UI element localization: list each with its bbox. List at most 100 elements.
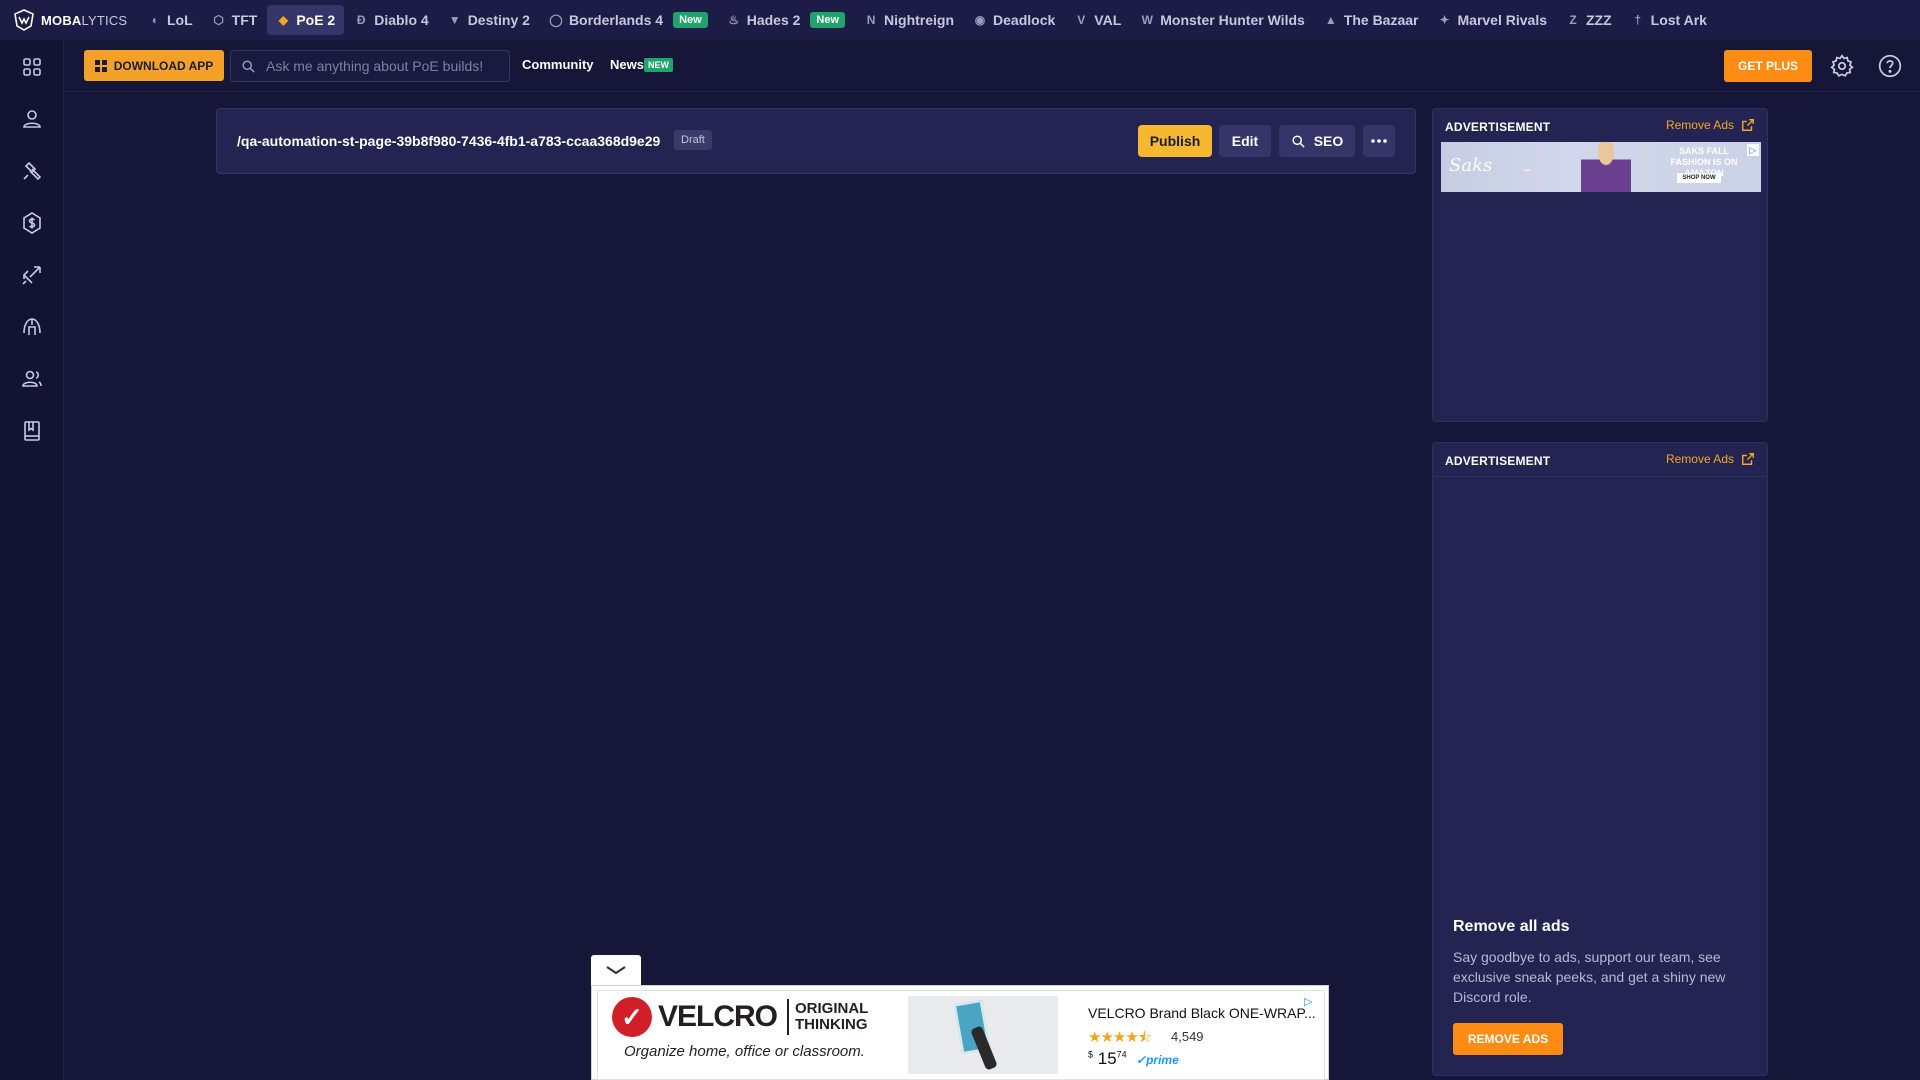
velcro-ad[interactable]: ✓ VELCRO ORIGINAL THINKING Organize home… <box>597 990 1325 1080</box>
page-editor-header: /qa-automation-st-page-39b8f980-7436-4fb… <box>216 108 1416 174</box>
game-tab-destiny-2[interactable]: ▼ Destiny 2 <box>439 5 539 35</box>
game-tab-nightreign[interactable]: N Nightreign <box>855 5 963 35</box>
game-tab-diablo-4[interactable]: Ɖ Diablo 4 <box>345 5 437 35</box>
left-sidebar <box>0 40 64 1080</box>
collapse-ad-button[interactable] <box>591 955 641 985</box>
monster-hunter-wilds-icon: W <box>1141 13 1153 27</box>
remove-ads-link[interactable]: Remove Ads <box>1666 118 1755 132</box>
game-tab-borderlands-4[interactable]: ◯ Borderlands 4 New <box>540 5 717 35</box>
game-tab-poe-2[interactable]: ◆ PoE 2 <box>267 5 345 35</box>
helmet-icon[interactable] <box>20 315 44 339</box>
page-slug: /qa-automation-st-page-39b8f980-7436-4fb… <box>237 133 661 149</box>
game-tab-the-bazaar[interactable]: ▲ The Bazaar <box>1315 5 1428 35</box>
remove-ads-label: Remove Ads <box>1665 118 1734 132</box>
remove-ads-description: Say goodbye to ads, support our team, se… <box>1453 949 1726 1005</box>
status-badge: Draft <box>674 130 712 150</box>
search-input[interactable] <box>266 58 496 74</box>
game-tab-lol[interactable]: ◖ LoL <box>138 5 202 35</box>
windows-icon <box>94 59 107 72</box>
ad-panel-top: ADVERTISEMENT Remove Ads Saks ⌣ SAKS FAL… <box>1432 108 1768 422</box>
sticky-bottom-ad[interactable]: ✓ VELCRO ORIGINAL THINKING Organize home… <box>591 985 1329 1080</box>
game-tab-label: ZZZ <box>1586 12 1612 28</box>
game-tab-hades-2[interactable]: ♨ Hades 2 New <box>718 5 854 35</box>
gear-icon[interactable] <box>1829 53 1855 79</box>
game-tabs: ◖ LoL ⬡ TFT ◆ PoE 2 Ɖ Diablo 4 ▼ Destiny 2 ◯ Border… <box>138 0 1717 40</box>
velcro-brand: VELCRO <box>658 1000 778 1033</box>
search-icon <box>1292 134 1305 148</box>
game-tab-label: TFT <box>231 12 258 28</box>
game-tab-label: Destiny 2 <box>467 12 530 28</box>
bookmark-icon[interactable] <box>20 419 44 443</box>
game-tab-label: Lost Ark <box>1650 12 1707 28</box>
publish-button[interactable]: Publish <box>1138 125 1212 157</box>
tft-icon: ⬡ <box>213 13 224 27</box>
more-options-button[interactable] <box>1363 125 1395 157</box>
game-navigation-bar: MOBALYTICS ◖ LoL ⬡ TFT ◆ PoE 2 Ɖ Diablo 4 ▼ Desti… <box>0 0 1920 40</box>
remove-ads-button[interactable]: REMOVE ADS <box>1453 1023 1563 1055</box>
ad-model-image <box>1581 142 1631 192</box>
get-plus-button[interactable]: GET PLUS <box>1724 50 1812 82</box>
game-tab-label: The Bazaar <box>1343 12 1419 28</box>
ad-heading: ADVERTISEMENT <box>1445 454 1551 468</box>
divider <box>1433 476 1767 477</box>
game-tab-label: Diablo 4 <box>374 12 429 28</box>
community-link[interactable]: Community <box>522 57 594 72</box>
game-tab-deadlock[interactable]: ◉ Deadlock <box>964 5 1064 35</box>
velcro-mark-icon: ✓ <box>612 997 652 1037</box>
edit-button[interactable]: Edit <box>1219 125 1271 157</box>
download-app-button[interactable]: DOWNLOAD APP <box>84 50 224 81</box>
user-icon[interactable] <box>20 107 44 131</box>
saks-banner-ad[interactable]: Saks ⌣ SAKS FALL FASHION IS ON AMAZON SH… <box>1441 142 1761 192</box>
news-new-badge: NEW <box>644 58 673 72</box>
grid-icon[interactable] <box>20 55 44 79</box>
adchoices-icon[interactable]: ▷ <box>1747 144 1759 156</box>
marvel-rivals-icon: ✦ <box>1439 13 1450 27</box>
help-icon[interactable] <box>1877 53 1903 79</box>
currency-icon[interactable] <box>20 211 44 235</box>
adchoices-icon[interactable]: ▷ <box>1304 995 1318 1009</box>
game-tab-tft[interactable]: ⬡ TFT <box>203 5 267 35</box>
saks-shop-now[interactable]: SHOP NOW <box>1677 173 1721 183</box>
game-tab-label: Hades 2 <box>746 12 801 28</box>
amazon-smile-icon: ⌣ <box>1523 162 1531 176</box>
product-title[interactable]: VELCRO Brand Black ONE-WRAP... <box>1088 1005 1316 1021</box>
seo-label: SEO <box>1313 133 1344 149</box>
search-box[interactable] <box>230 50 510 82</box>
game-tab-zzz[interactable]: Z ZZZ <box>1557 5 1621 35</box>
community-icon[interactable] <box>20 367 44 391</box>
remove-ads-link[interactable]: Remove Ads <box>1666 452 1755 466</box>
more-horizontal-icon <box>1371 139 1387 143</box>
the-bazaar-icon: ▲ <box>1324 13 1337 27</box>
game-tab-marvel-rivals[interactable]: ✦ Marvel Rivals <box>1429 5 1557 35</box>
saks-brand: Saks <box>1449 155 1493 176</box>
item-icon[interactable] <box>20 263 44 287</box>
game-tab-val[interactable]: V VAL <box>1065 5 1130 35</box>
velcro-tagline: ORIGINAL THINKING <box>795 1000 869 1033</box>
mobalytics-logo[interactable]: MOBALYTICS <box>0 0 138 40</box>
game-tab-monster-hunter-wilds[interactable]: W Monster Hunter Wilds <box>1131 5 1314 35</box>
lost-ark-icon: † <box>1634 13 1641 27</box>
game-tab-label: VAL <box>1094 12 1122 28</box>
game-tab-label: Deadlock <box>993 12 1056 28</box>
remove-ads-title: Remove all ads <box>1453 918 1570 935</box>
chevron-down-icon <box>606 966 626 975</box>
prime-badge: ✓prime <box>1136 1053 1179 1067</box>
download-app-label: DOWNLOAD APP <box>113 58 214 73</box>
rating-count: 4,549 <box>1171 1029 1204 1044</box>
new-badge: New <box>810 12 846 28</box>
game-tab-label: Borderlands 4 <box>568 12 664 28</box>
product-price: $ 1574 <box>1088 1049 1127 1068</box>
logo-text: MOBALYTICS <box>41 12 128 28</box>
divider <box>787 999 790 1035</box>
game-tab-lost-ark[interactable]: † Lost Ark <box>1622 5 1716 35</box>
diablo4-icon: Ɖ <box>356 13 366 27</box>
seo-button[interactable]: SEO <box>1279 125 1355 157</box>
mobalytics-logo-icon <box>14 9 34 31</box>
velcro-slogan: Organize home, office or classroom. <box>624 1043 865 1060</box>
game-tab-label: Monster Hunter Wilds <box>1160 12 1305 28</box>
product-image[interactable] <box>908 996 1058 1074</box>
deadlock-icon: ◉ <box>974 13 986 27</box>
ad-panel-bottom: ADVERTISEMENT Remove Ads Remove all ads … <box>1432 442 1768 1076</box>
hammer-icon[interactable] <box>20 159 44 183</box>
news-link[interactable]: News <box>610 57 644 72</box>
